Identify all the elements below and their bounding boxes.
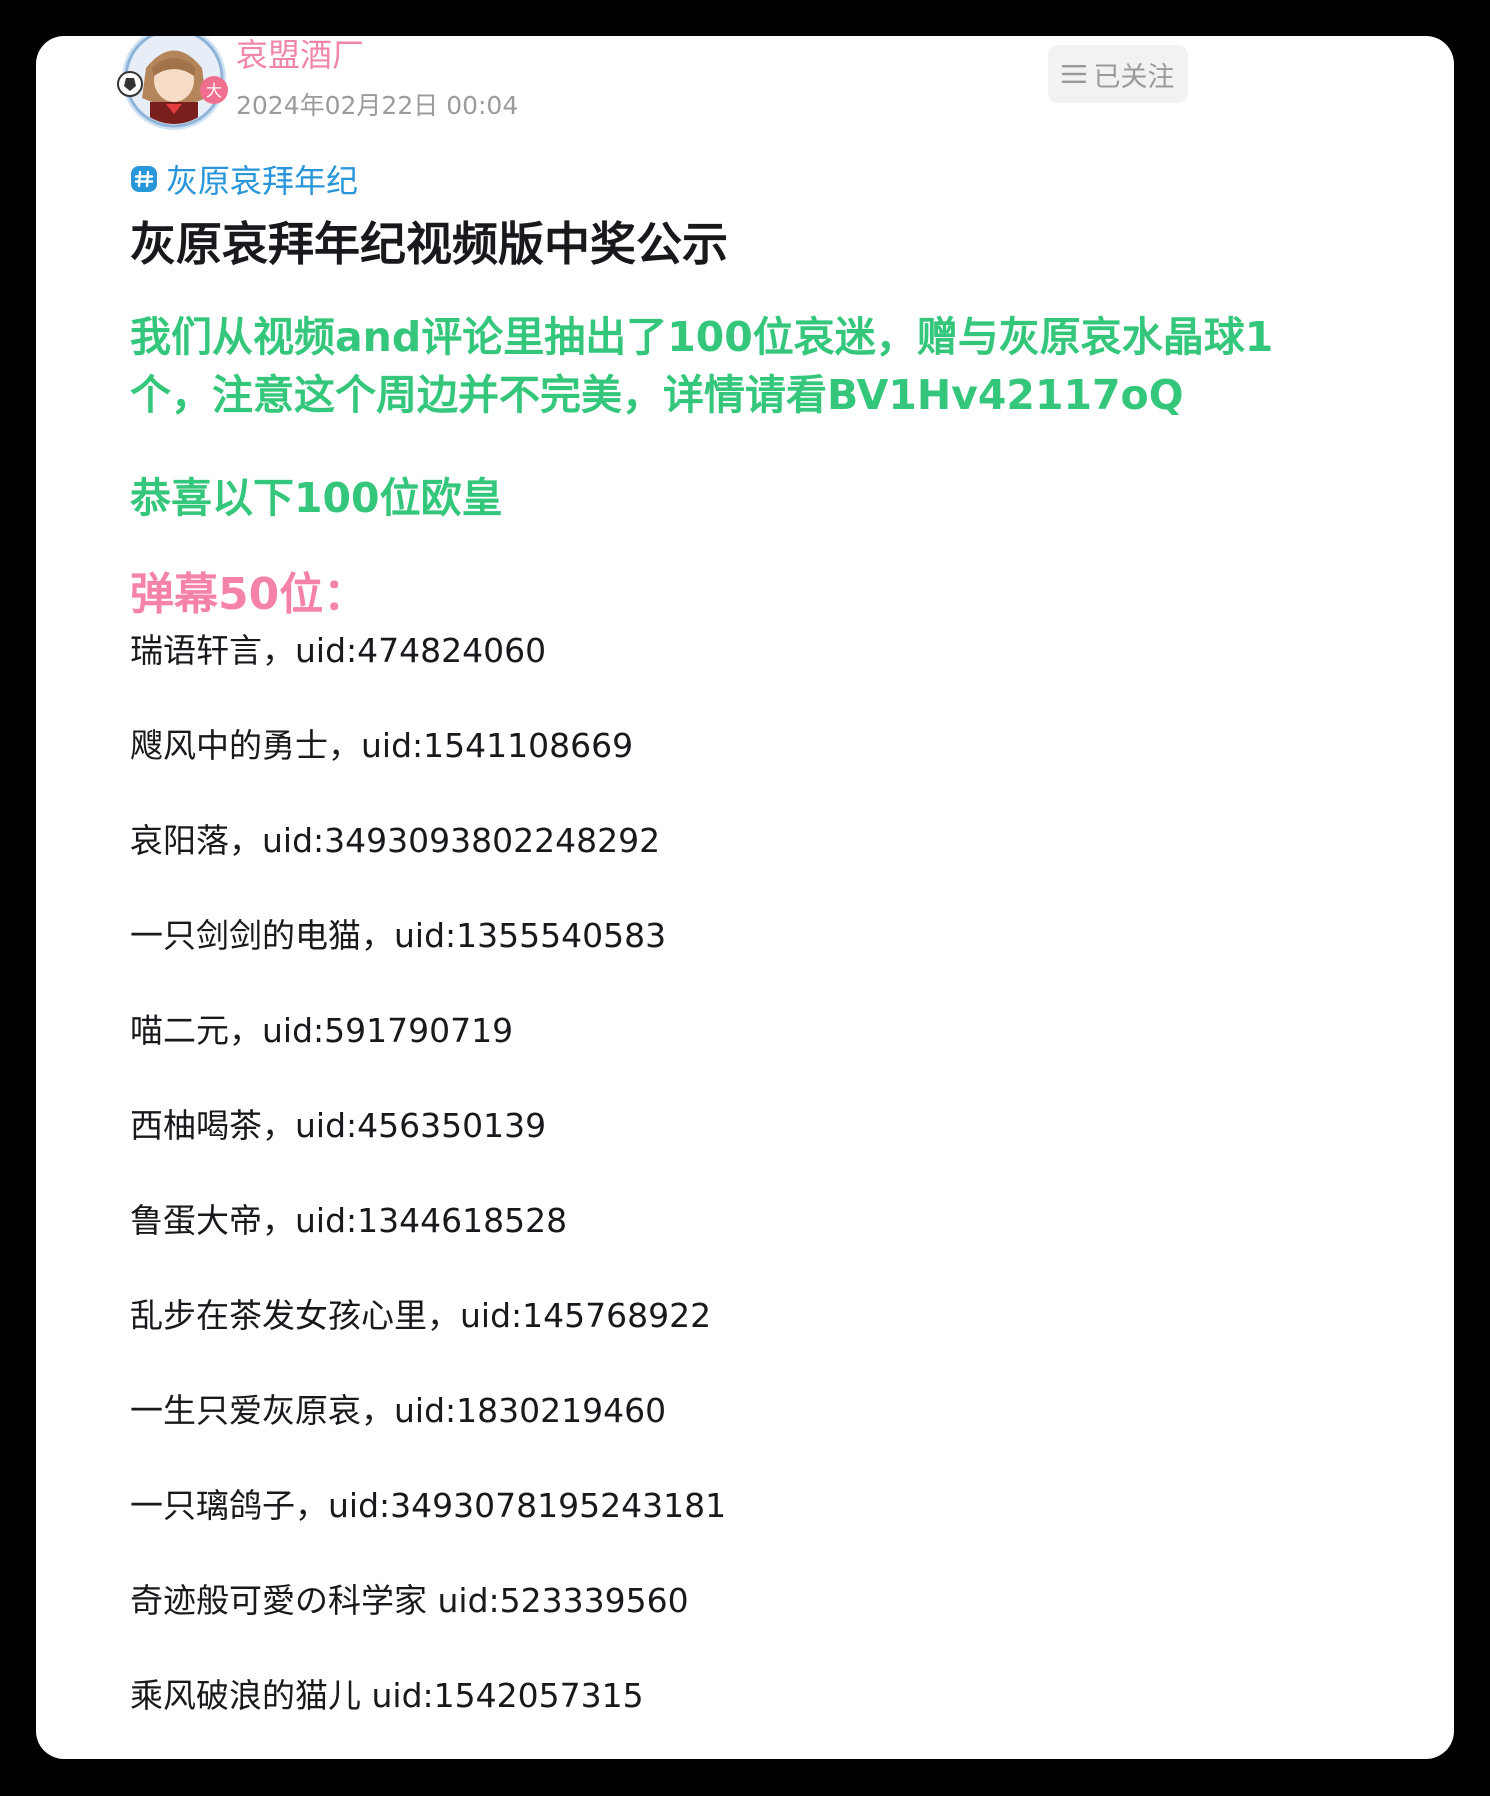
winner-item: 西柚喝茶，uid:456350139 xyxy=(130,1106,547,1145)
author-name[interactable]: 哀盟酒厂 xyxy=(236,36,364,76)
winner-item: 飕风中的勇士，uid:1541108669 xyxy=(130,726,634,765)
section-title: 弹幕50位： xyxy=(130,569,368,620)
topic-label: 灰原哀拜年纪 xyxy=(166,162,359,200)
winner-item: 乘风破浪的猫儿 uid:1542057315 xyxy=(130,1676,644,1715)
winner-item: 喵二元，uid:591790719 xyxy=(130,1011,514,1050)
winner-item: 奇迹般可愛の科学家 uid:523339560 xyxy=(130,1581,689,1620)
winner-item: 一只剑剑的电猫，uid:1355540583 xyxy=(130,916,667,955)
avatar-badge-text: 大 xyxy=(206,81,222,100)
winner-item: 哀阳落，uid:3493093802248292 xyxy=(130,821,661,860)
post-time: 2024年02月22日 00:04 xyxy=(236,91,519,120)
post-intro: 我们从视频and评论里抽出了100位哀迷，赠与灰原哀水晶球1个，注意这个周边并不… xyxy=(130,313,1274,419)
winner-item: 一生只爱灰原哀，uid:1830219460 xyxy=(130,1391,667,1430)
topic-tag[interactable]: 灰原哀拜年纪 xyxy=(130,156,358,202)
winner-list: 瑞语轩言，uid:474824060 飕风中的勇士，uid:1541108669… xyxy=(130,631,726,1759)
post-card: 大 哀盟酒厂 2024年02月22日 00:04 已关注 灰原哀拜年纪 灰原哀拜… xyxy=(36,36,1454,1759)
follow-button-label: 已关注 xyxy=(1093,61,1175,93)
winner-item: 乱步在茶发女孩心里，uid:145768922 xyxy=(130,1296,712,1335)
congrats-text: 恭喜以下100位欧皇 xyxy=(130,474,503,522)
winner-item: 瑞语轩言，uid:474824060 xyxy=(130,631,547,670)
author-avatar[interactable]: 大 xyxy=(116,36,236,132)
menu-icon xyxy=(1061,65,1086,83)
follow-button[interactable]: 已关注 xyxy=(1048,45,1188,103)
winner-item: 一只璃鸽子，uid:3493078195243181 xyxy=(130,1486,727,1525)
post-title: 灰原哀拜年纪视频版中奖公示 xyxy=(130,217,728,271)
hashtag-icon xyxy=(131,166,157,192)
winner-item: 鲁蛋大帝，uid:1344618528 xyxy=(130,1201,568,1240)
